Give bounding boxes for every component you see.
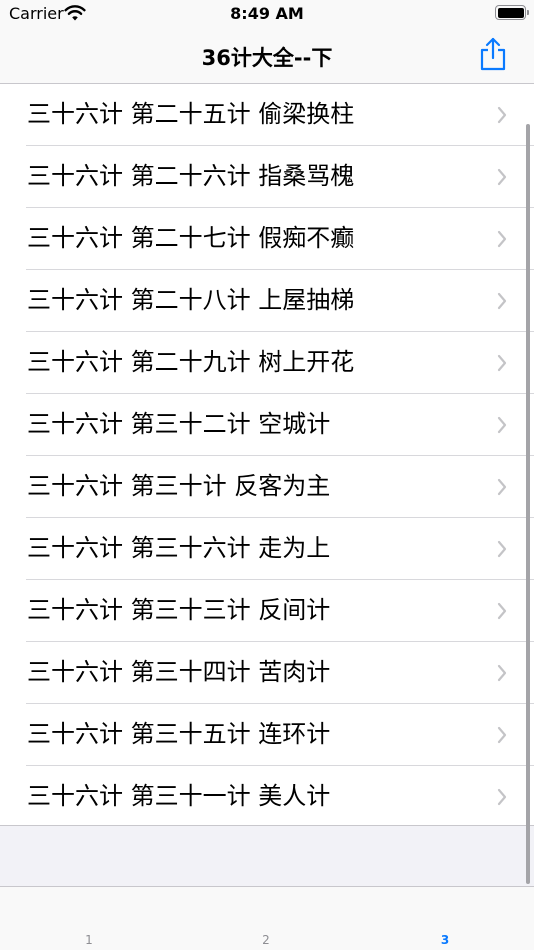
chevron-right-icon bbox=[497, 106, 507, 124]
page-tab-bar: 1 2 3 bbox=[0, 886, 534, 950]
list-item-label: 三十六计 第三十三计 反间计 bbox=[27, 596, 331, 624]
chevron-right-icon bbox=[497, 416, 507, 434]
battery-icon bbox=[495, 5, 529, 20]
list-item-label: 三十六计 第三十六计 走为上 bbox=[27, 534, 331, 562]
scrollbar[interactable] bbox=[526, 124, 530, 884]
tab-page-2[interactable]: 2 bbox=[251, 933, 281, 947]
list-item-label: 三十六计 第二十七计 假痴不癫 bbox=[27, 224, 355, 252]
chevron-right-icon bbox=[497, 664, 507, 682]
list-item[interactable]: 三十六计 第二十六计 指桑骂槐 bbox=[0, 146, 534, 208]
chevron-right-icon bbox=[497, 292, 507, 310]
list-item-label: 三十六计 第三十四计 苦肉计 bbox=[27, 658, 331, 686]
list-item[interactable]: 三十六计 第二十七计 假痴不癫 bbox=[0, 208, 534, 270]
list-item-label: 三十六计 第三十五计 连环计 bbox=[27, 720, 331, 748]
chevron-right-icon bbox=[497, 788, 507, 806]
list-item[interactable]: 三十六计 第三十三计 反间计 bbox=[0, 580, 534, 642]
share-icon[interactable] bbox=[477, 36, 509, 72]
list-item[interactable]: 三十六计 第二十五计 偷梁换柱 bbox=[0, 84, 534, 146]
status-bar: Carrier 8:49 AM bbox=[0, 0, 534, 28]
list-item[interactable]: 三十六计 第三十五计 连环计 bbox=[0, 704, 534, 766]
chevron-right-icon bbox=[497, 354, 507, 372]
list-item-label: 三十六计 第三十二计 空城计 bbox=[27, 410, 331, 438]
list-item-label: 三十六计 第三十计 反客为主 bbox=[27, 472, 331, 500]
list-item[interactable]: 三十六计 第二十九计 树上开花 bbox=[0, 332, 534, 394]
chevron-right-icon bbox=[497, 540, 507, 558]
list-item-label: 三十六计 第二十五计 偷梁换柱 bbox=[27, 100, 355, 128]
list-item-label: 三十六计 第二十八计 上屋抽梯 bbox=[27, 286, 355, 314]
chevron-right-icon bbox=[497, 230, 507, 248]
chapter-list: 三十六计 第二十五计 偷梁换柱 三十六计 第二十六计 指桑骂槐 三十六计 第二十七计… bbox=[0, 84, 534, 826]
list-item[interactable]: 三十六计 第三十六计 走为上 bbox=[0, 518, 534, 580]
chevron-right-icon bbox=[497, 602, 507, 620]
navigation-bar: 36计大全--下 bbox=[0, 28, 534, 84]
list-item-label: 三十六计 第二十六计 指桑骂槐 bbox=[27, 162, 355, 190]
status-time: 8:49 AM bbox=[230, 4, 304, 23]
tab-page-1[interactable]: 1 bbox=[74, 933, 104, 947]
list-item[interactable]: 三十六计 第二十八计 上屋抽梯 bbox=[0, 270, 534, 332]
chevron-right-icon bbox=[497, 478, 507, 496]
list-item-label: 三十六计 第二十九计 树上开花 bbox=[27, 348, 355, 376]
chevron-right-icon bbox=[497, 726, 507, 744]
list-item[interactable]: 三十六计 第三十二计 空城计 bbox=[0, 394, 534, 456]
list-item[interactable]: 三十六计 第三十四计 苦肉计 bbox=[0, 642, 534, 704]
list-item-label: 三十六计 第三十一计 美人计 bbox=[27, 782, 331, 810]
chevron-right-icon bbox=[497, 168, 507, 186]
page-title: 36计大全--下 bbox=[201, 46, 333, 70]
list-item[interactable]: 三十六计 第三十一计 美人计 bbox=[0, 766, 534, 828]
list-item[interactable]: 三十六计 第三十计 反客为主 bbox=[0, 456, 534, 518]
tab-page-3[interactable]: 3 bbox=[430, 933, 460, 947]
